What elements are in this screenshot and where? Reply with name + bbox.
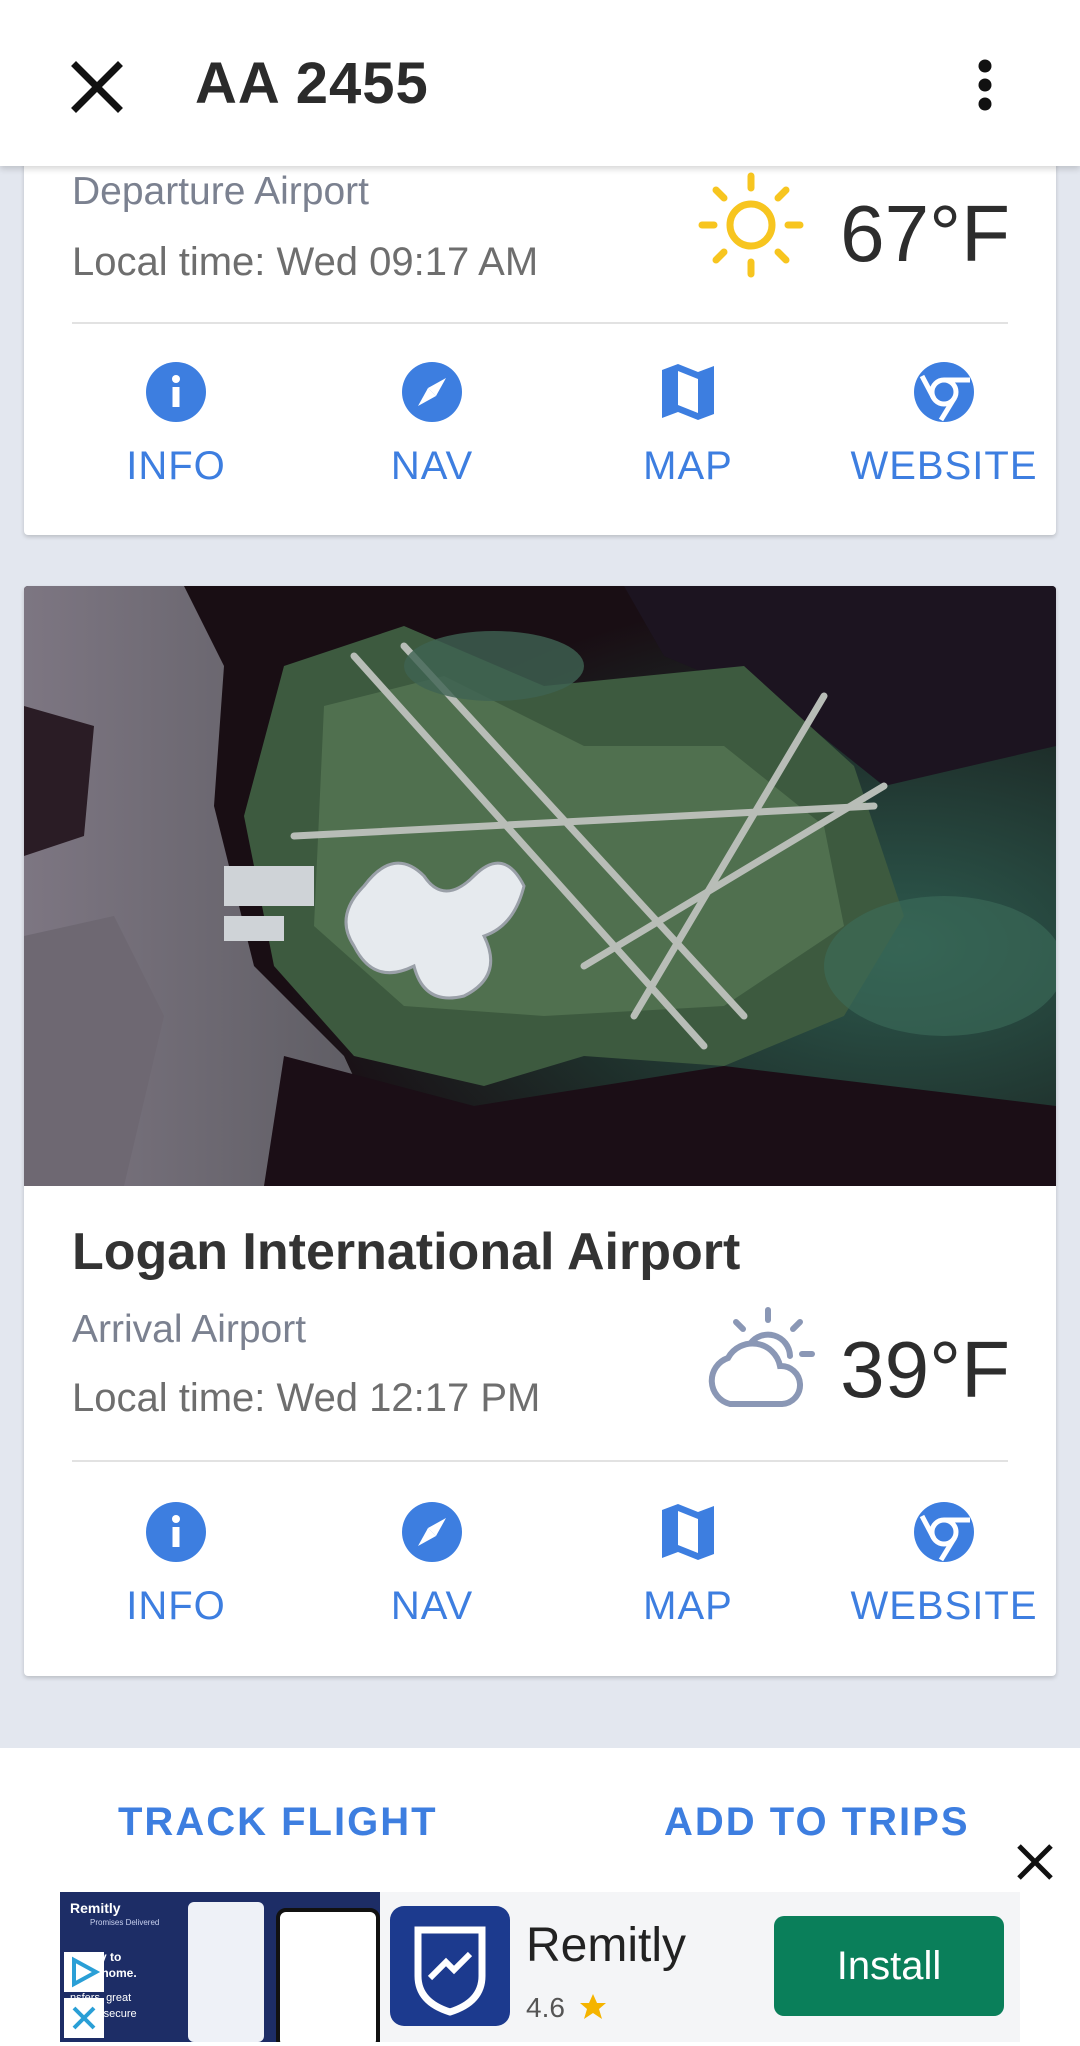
map-button[interactable]: MAP: [568, 352, 808, 522]
track-flight-button[interactable]: TRACK FLIGHT: [118, 1800, 438, 1845]
ad-thumb-tag: Promises Delivered: [90, 1918, 160, 1927]
departure-local-time: Local time: Wed 09:17 AM: [72, 240, 539, 284]
info-icon: [146, 1502, 206, 1562]
ad-phone-screen: [276, 1908, 380, 2042]
info-icon: [146, 362, 206, 422]
info-label: INFO: [126, 444, 226, 488]
map-button[interactable]: MAP: [568, 1492, 808, 1662]
website-label: WEBSITE: [850, 1584, 1038, 1628]
more-vert-icon: [978, 59, 992, 111]
divider: [72, 322, 1008, 324]
install-button[interactable]: Install: [774, 1916, 1004, 2016]
close-button[interactable]: [62, 52, 132, 122]
remitly-app-icon: [390, 1906, 510, 2026]
website-button[interactable]: WEBSITE: [824, 1492, 1056, 1662]
ad-rating: 4.6: [526, 1992, 565, 2023]
map-label: MAP: [643, 1584, 733, 1628]
divider: [72, 1460, 1008, 1462]
info-button[interactable]: INFO: [56, 352, 296, 522]
nav-label: NAV: [390, 1584, 474, 1628]
map-label: MAP: [643, 444, 733, 488]
ad-banner[interactable]: Remitly Promises Delivered st way to one…: [60, 1892, 1020, 2042]
nav-label: NAV: [390, 444, 474, 488]
ad-thumbnail: Remitly Promises Delivered st way to one…: [60, 1892, 380, 2042]
arrival-role: Arrival Airport: [72, 1308, 307, 1351]
arrival-local-time: Local time: Wed 12:17 PM: [72, 1376, 541, 1420]
arrival-card: Logan International Airport Arrival Airp…: [24, 586, 1056, 1676]
partly-cloudy-icon: [708, 1307, 815, 1407]
ad-dismiss-icon[interactable]: [64, 1998, 104, 2038]
map-icon: [662, 364, 714, 420]
adchoices-icon[interactable]: [64, 1952, 104, 1992]
arrival-temperature: 39°F: [840, 1325, 1010, 1414]
info-button[interactable]: INFO: [56, 1492, 296, 1662]
arrival-airport-name: Logan International Airport: [72, 1223, 741, 1281]
website-label: WEBSITE: [850, 444, 1038, 488]
compass-icon: [402, 1502, 462, 1562]
departure-role: Departure Airport: [72, 170, 369, 213]
ad-thumb-brand: Remitly: [70, 1900, 121, 1916]
departure-temperature: 67°F: [840, 189, 1010, 278]
info-label: INFO: [126, 1584, 226, 1628]
departure-actions: INFO NAV MAP WEBSITE: [24, 352, 1056, 522]
website-button[interactable]: WEBSITE: [824, 352, 1056, 522]
nav-button[interactable]: NAV: [312, 1492, 552, 1662]
map-icon: [662, 1504, 714, 1560]
add-to-trips-button[interactable]: ADD TO TRIPS: [664, 1800, 970, 1845]
ad-phone-screen: [188, 1902, 264, 2042]
page-title: AA 2455: [195, 51, 429, 116]
arrival-actions: INFO NAV MAP WEBSITE: [24, 1492, 1056, 1662]
ad-app-name: Remitly: [526, 1919, 687, 1972]
departure-card: Departure Airport Local time: Wed 09:17 …: [24, 130, 1056, 535]
compass-icon: [402, 362, 462, 422]
sunny-icon: [698, 172, 804, 278]
more-options-button[interactable]: [955, 52, 1015, 122]
star-icon: [580, 1994, 606, 2019]
nav-button[interactable]: NAV: [312, 352, 552, 522]
close-icon: [71, 61, 123, 113]
browser-icon: [914, 362, 974, 422]
app-bar: AA 2455: [0, 0, 1080, 166]
airport-satellite-image: [24, 586, 1056, 1186]
browser-icon: [914, 1502, 974, 1562]
